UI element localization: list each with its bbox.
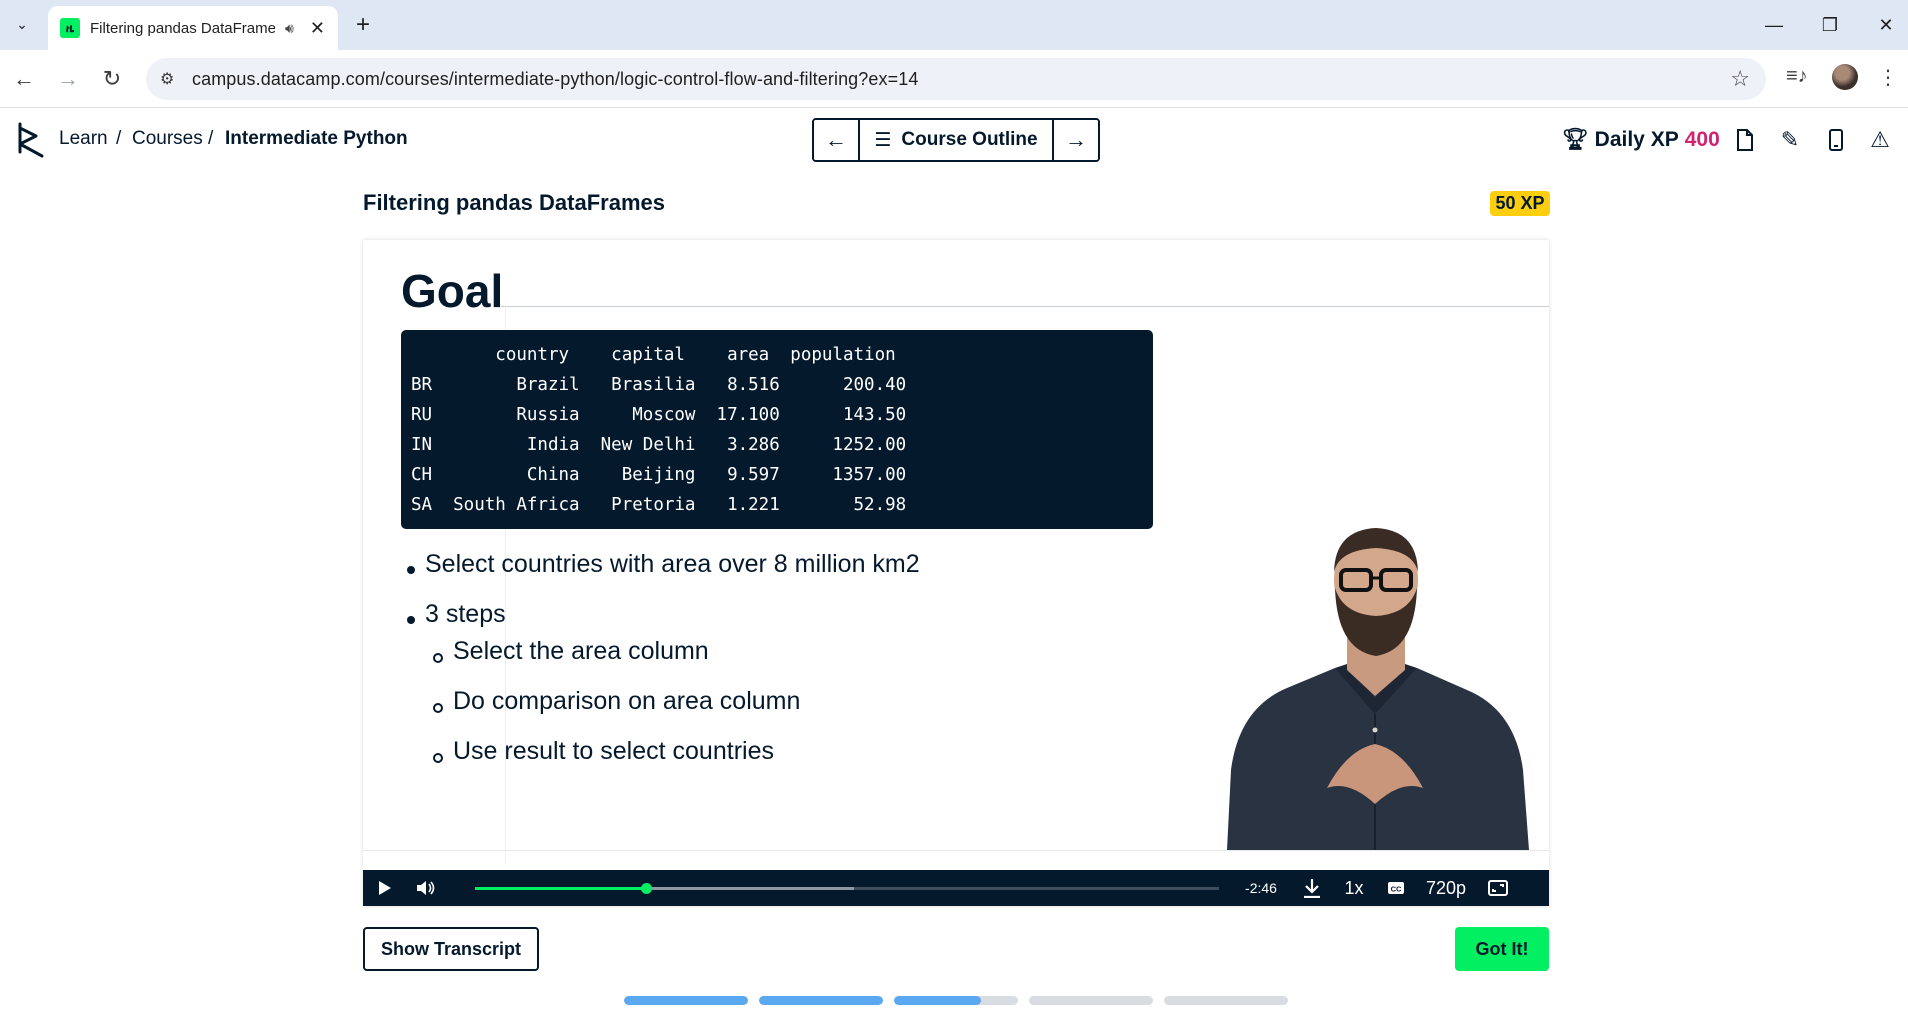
time-remaining: -2:46 (1245, 880, 1277, 896)
restore-window-icon[interactable]: ❐ (1810, 10, 1850, 40)
slide-title: Goal (401, 265, 504, 317)
tab-close-icon[interactable]: ✕ (310, 18, 325, 39)
report-issue-warning-icon[interactable]: ⚠ (1866, 126, 1894, 154)
lesson-progress-fill (894, 996, 981, 1005)
sub-bullet-item: Select the area column (453, 637, 709, 665)
lesson-progress-segment[interactable] (1029, 996, 1153, 1005)
fullscreen-icon[interactable] (1483, 870, 1513, 906)
trophy-icon: 🏆︎ (1562, 128, 1589, 151)
site-info-icon[interactable]: ⚙ (160, 69, 174, 89)
course-outline-label: Course Outline (901, 129, 1038, 150)
course-outline-button[interactable]: ☰ Course Outline (858, 120, 1054, 160)
show-transcript-button[interactable]: Show Transcript (363, 927, 539, 971)
media-controls-icon[interactable]: ≡♪ (1786, 65, 1808, 88)
lesson-progress-fill (759, 996, 883, 1005)
daily-xp-label: Daily XP (1594, 128, 1679, 151)
bullet-item: 3 steps (425, 600, 506, 628)
captions-icon[interactable]: CC (1381, 870, 1411, 906)
slide-divider-bottom (363, 850, 1549, 851)
datacamp-logo-icon[interactable] (16, 122, 46, 158)
datacamp-favicon-icon: ዜ (60, 18, 80, 38)
dataframe-text: country capital area population BR Brazi… (411, 345, 907, 515)
menu-icon: ☰ (874, 129, 892, 151)
mobile-icon[interactable] (1822, 126, 1850, 154)
bullet-dot (407, 616, 415, 624)
daily-xp-value: 400 (1684, 128, 1720, 151)
new-tab-button[interactable]: + (348, 10, 378, 40)
datacamp-header: Learn / Courses / Intermediate Python ← … (0, 108, 1908, 172)
bookmark-star-icon[interactable]: ☆ (1730, 66, 1750, 92)
back-icon[interactable]: ← (8, 63, 40, 95)
edit-pencil-icon[interactable]: ✎ (1776, 126, 1804, 154)
browser-tabstrip: ⌄ ዜ Filtering pandas DataFrames 🔊︎ ✕ + —… (0, 0, 1908, 50)
video-played (475, 887, 647, 890)
video-player[interactable]: Goal country capital area population BR … (363, 240, 1549, 906)
bullet-item: Select countries with area over 8 millio… (425, 550, 920, 578)
playback-speed[interactable]: 1x (1339, 870, 1369, 906)
profile-avatar[interactable] (1832, 64, 1858, 90)
xp-badge: 50 XP (1490, 191, 1550, 216)
browser-menu-icon[interactable]: ⋮ (1878, 65, 1898, 90)
sub-bullet-ring (433, 653, 443, 663)
browser-toolbar: ← → ↻ ⚙ campus.datacamp.com/courses/inte… (0, 50, 1908, 108)
forward-icon[interactable]: → (52, 63, 84, 95)
breadcrumb-separator: / (208, 128, 214, 149)
lesson-progress-segment[interactable] (1164, 996, 1288, 1005)
close-window-icon[interactable]: ✕ (1866, 10, 1906, 40)
sub-bullet-item: Use result to select countries (453, 737, 774, 765)
video-controls: -2:46 1x CC 720p (363, 870, 1549, 906)
daily-xp[interactable]: 🏆︎ Daily XP 400 (1562, 128, 1720, 152)
previous-exercise-button[interactable]: ← (814, 120, 858, 160)
lesson-progress-segment[interactable] (894, 996, 1018, 1005)
tab-audio-icon[interactable]: 🔊︎ (285, 20, 294, 37)
sub-bullet-ring (433, 703, 443, 713)
address-bar[interactable]: ⚙ campus.datacamp.com/courses/intermedia… (146, 58, 1766, 100)
dataframe-output: country capital area population BR Brazi… (401, 330, 1153, 529)
breadcrumb-courses[interactable]: Courses (132, 128, 203, 150)
slide-divider (501, 306, 1549, 307)
lesson-progress-segment[interactable] (759, 996, 883, 1005)
bullet-dot (407, 566, 415, 574)
reload-icon[interactable]: ↻ (96, 63, 128, 95)
play-icon[interactable] (373, 870, 397, 906)
video-progress-bar[interactable] (475, 883, 1219, 894)
sub-bullet-ring (433, 753, 443, 763)
volume-icon[interactable] (413, 870, 439, 906)
got-it-button[interactable]: Got It! (1455, 927, 1549, 971)
url-text[interactable]: campus.datacamp.com/courses/intermediate… (192, 69, 918, 90)
svg-text:CC: CC (1391, 885, 1402, 894)
course-navigation: ← ☰ Course Outline → (812, 118, 1100, 162)
breadcrumb-separator: / (116, 128, 122, 149)
lesson-progress-fill (624, 996, 748, 1005)
sub-bullet-item: Do comparison on area column (453, 687, 801, 715)
quality-selector[interactable]: 720p (1421, 870, 1471, 906)
tab-search-menu-icon[interactable]: ⌄ (8, 10, 36, 38)
minimize-window-icon[interactable]: — (1754, 10, 1794, 40)
video-scrubber-handle[interactable] (641, 883, 653, 894)
tab-title: Filtering pandas DataFrames (90, 19, 275, 37)
instructor-video-image (1227, 528, 1529, 850)
next-exercise-button[interactable]: → (1054, 120, 1098, 160)
browser-tab-active[interactable]: ዜ Filtering pandas DataFrames 🔊︎ ✕ (48, 6, 338, 50)
breadcrumb-learn[interactable]: Learn (59, 128, 108, 150)
slides-document-icon[interactable] (1731, 126, 1759, 154)
exercise-title: Filtering pandas DataFrames (363, 190, 665, 215)
lesson-progress-segment[interactable] (624, 996, 748, 1005)
breadcrumb-course-title[interactable]: Intermediate Python (225, 128, 408, 150)
download-icon[interactable] (1297, 870, 1327, 906)
